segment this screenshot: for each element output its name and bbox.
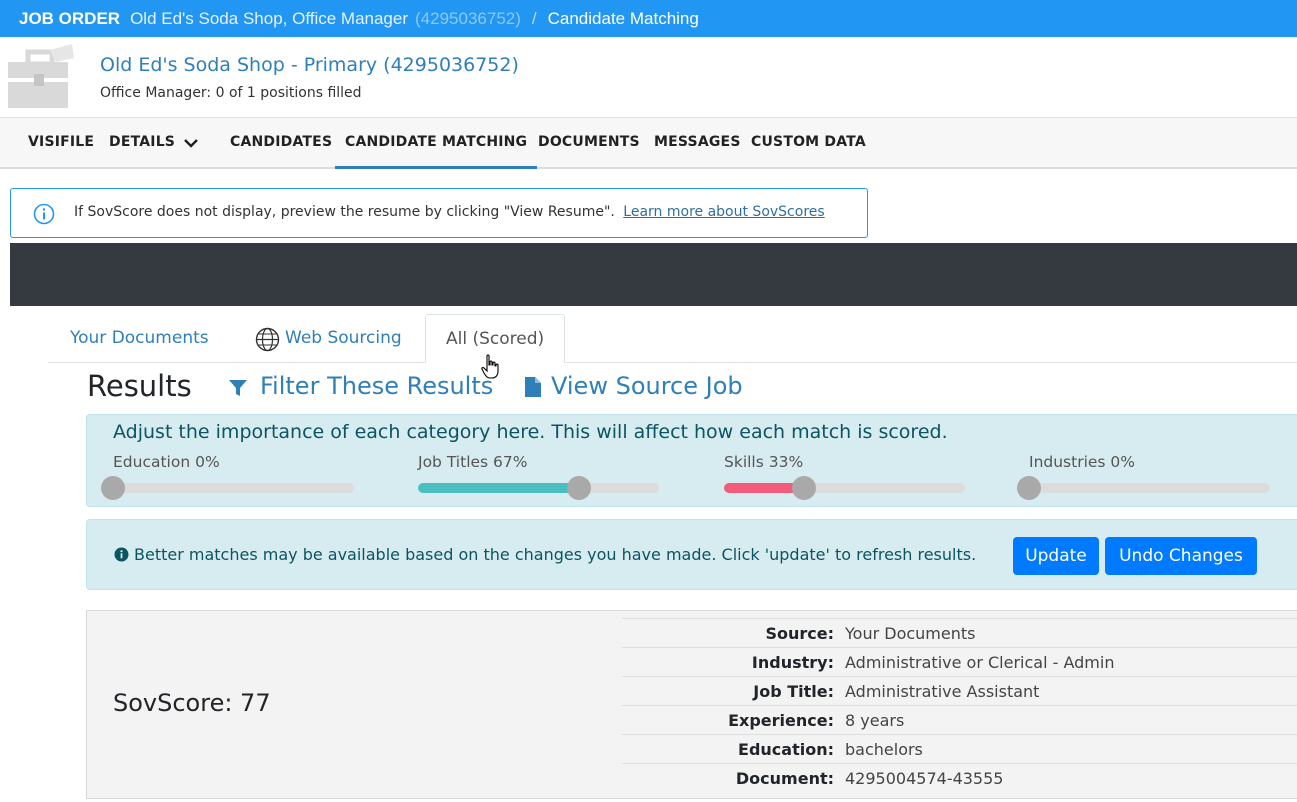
breadcrumb-section: JOB ORDER [19, 8, 121, 28]
industries-slider-handle[interactable] [1017, 476, 1041, 500]
job-order-nav: VISIFILE DETAILS CANDIDATES CANDIDATE MA… [0, 118, 1297, 169]
nav-candidates[interactable]: CANDIDATES [230, 118, 332, 169]
result-details: Source: Your Documents Industry: Adminis… [622, 618, 1297, 792]
sovscore-info-banner: If SovScore does not display, preview th… [10, 188, 868, 238]
detail-value[interactable]: 4295004574-43555 [845, 769, 1003, 788]
weights-heading: Adjust the importance of each category h… [113, 421, 948, 443]
tabs-divider [48, 362, 1297, 363]
detail-label: Industry: [751, 653, 834, 672]
detail-label: Source: [765, 624, 834, 643]
breadcrumb-job-id: (4295036752) [415, 8, 521, 28]
skills-slider[interactable] [724, 476, 965, 500]
detail-value: Your Documents [845, 624, 976, 643]
document-icon[interactable] [525, 377, 541, 397]
update-button[interactable]: Update [1013, 537, 1099, 575]
job-titles-slider-handle[interactable] [567, 476, 592, 500]
positions-filled: Office Manager: 0 of 1 positions filled [100, 85, 362, 101]
detail-label: Education: [738, 740, 834, 759]
breadcrumb-job[interactable]: Old Ed's Soda Shop, Office Manager [130, 9, 408, 29]
category-weights-panel: Adjust the importance of each category h… [86, 414, 1297, 507]
skills-slider-handle[interactable] [791, 476, 816, 500]
nav-candidate-matching[interactable]: CANDIDATE MATCHING [335, 118, 538, 169]
detail-label: Experience: [728, 711, 834, 730]
breadcrumb-bar: JOB ORDER Old Ed's Soda Shop, Office Man… [0, 0, 1297, 37]
tab-web-sourcing[interactable]: Web Sourcing [285, 314, 402, 363]
industries-slider[interactable] [1017, 476, 1270, 500]
job-titles-slider-fill [418, 483, 580, 493]
job-titles-weight-label: Job Titles 67% [418, 453, 528, 471]
nav-messages[interactable]: MESSAGES [654, 118, 741, 169]
globe-icon [255, 327, 280, 352]
filter-icon[interactable] [228, 378, 248, 398]
update-notice: Better matches may be available based on… [86, 519, 1297, 590]
briefcase-icon [8, 44, 74, 108]
detail-row-education: Education: bachelors [622, 734, 1297, 763]
learn-more-link[interactable]: Learn more about SovScores [623, 204, 824, 220]
skills-weight-label: Skills 33% [724, 453, 804, 471]
info-circle-icon [33, 203, 55, 225]
breadcrumb-current-page: Candidate Matching [547, 8, 699, 28]
detail-value: Administrative Assistant [845, 682, 1040, 701]
info-text: If SovScore does not display, preview th… [74, 204, 615, 220]
nav-visifile[interactable]: VISIFILE [28, 118, 94, 169]
detail-value: 8 years [845, 711, 905, 730]
detail-label: Document: [735, 769, 834, 788]
education-slider[interactable] [101, 476, 354, 500]
update-notice-text: Better matches may be available based on… [134, 545, 977, 564]
detail-row-source: Source: Your Documents [622, 618, 1297, 647]
embedded-toolbar [10, 243, 1297, 306]
sovscore: SovScore: 77 [113, 689, 271, 717]
job-order-title[interactable]: Old Ed's Soda Shop - Primary (4295036752… [100, 54, 519, 76]
chevron-down-icon[interactable] [183, 135, 199, 151]
education-weight-label: Education 0% [113, 453, 220, 471]
info-circle-icon [114, 547, 129, 562]
detail-row-industry: Industry: Administrative or Clerical - A… [622, 647, 1297, 676]
education-slider-handle[interactable] [101, 476, 125, 500]
nav-details[interactable]: DETAILS [109, 118, 175, 169]
job-order-header: Old Ed's Soda Shop - Primary (4295036752… [0, 37, 1297, 118]
job-titles-slider[interactable] [418, 476, 659, 500]
detail-value: bachelors [845, 740, 923, 759]
undo-changes-button[interactable]: Undo Changes [1105, 537, 1257, 575]
industries-weight-label: Industries 0% [1029, 453, 1136, 471]
tab-your-documents[interactable]: Your Documents [70, 314, 209, 363]
nav-documents[interactable]: DOCUMENTS [538, 118, 640, 169]
detail-row-job-title: Job Title: Administrative Assistant [622, 676, 1297, 705]
view-source-job-link[interactable]: View Source Job [551, 372, 743, 400]
results-title: Results [87, 369, 192, 403]
breadcrumb-separator: / [531, 8, 537, 28]
detail-row-document: Document: 4295004574-43555 [622, 763, 1297, 792]
detail-value: Administrative or Clerical - Admin [845, 653, 1115, 672]
nav-custom-data[interactable]: CUSTOM DATA [751, 118, 866, 169]
filter-results-link[interactable]: Filter These Results [260, 372, 493, 400]
info-text-wrap: If SovScore does not display, preview th… [74, 204, 825, 220]
detail-row-experience: Experience: 8 years [622, 705, 1297, 734]
detail-label: Job Title: [753, 682, 834, 701]
result-card[interactable]: SovScore: 77 Source: Your Documents Indu… [86, 610, 1297, 799]
